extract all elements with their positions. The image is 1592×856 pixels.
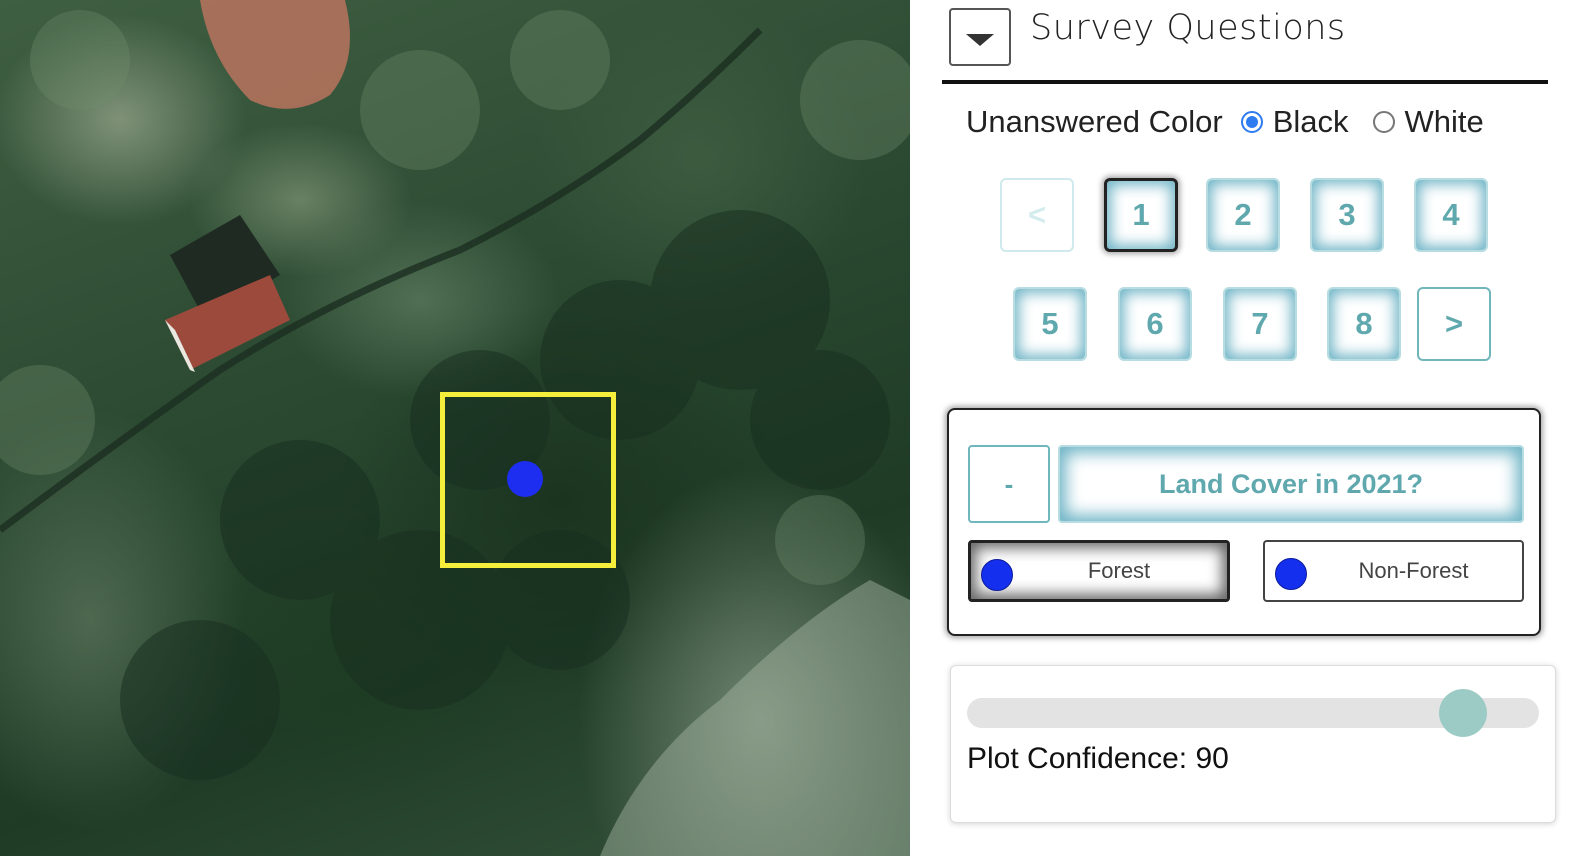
confidence-slider-thumb[interactable] [1438,689,1487,737]
survey-header: Survey Questions [942,0,1548,84]
plot-confidence-label: Plot Confidence: 90 [967,742,1229,775]
question-page-7[interactable]: 7 [1223,287,1297,361]
question-page-4[interactable]: 4 [1414,178,1488,252]
prev-page-button[interactable]: < [1000,178,1074,252]
answer-non-forest-button[interactable]: Non-Forest [1263,540,1524,602]
question-page-1[interactable]: 1 [1104,178,1178,252]
radio-black[interactable] [1240,111,1263,133]
next-page-button[interactable]: > [1417,287,1491,361]
answer-color-dot [981,559,1013,591]
roof-area-top [200,0,350,109]
clearing-area [600,580,910,856]
question-card: - Land Cover in 2021? Forest Non-Forest [947,408,1541,636]
survey-title: Survey Questions [1030,8,1346,48]
unanswered-color-label: Unanswered Color [966,104,1223,139]
question-page-3[interactable]: 3 [1310,178,1384,252]
question-page-5[interactable]: 5 [1013,287,1087,361]
collapse-survey-button[interactable] [949,8,1011,66]
answer-color-dot [1275,558,1307,590]
radio-white[interactable] [1372,111,1395,133]
plot-confidence-card: Plot Confidence: 90 [950,665,1556,823]
radio-white-label[interactable]: White [1405,104,1484,140]
sample-point-marker[interactable] [507,461,543,497]
house-building [165,215,290,372]
satellite-map[interactable] [0,0,910,856]
question-title[interactable]: Land Cover in 2021? [1058,445,1524,523]
unanswered-color-row: Unanswered Color Black White [966,104,1484,140]
question-page-8[interactable]: 8 [1327,287,1401,361]
confidence-slider[interactable] [967,689,1539,737]
radio-black-label[interactable]: Black [1273,104,1349,140]
question-page-6[interactable]: 6 [1118,287,1192,361]
survey-panel: Survey Questions Unanswered Color Black … [910,0,1592,856]
answer-forest-button[interactable]: Forest [968,540,1230,602]
question-page-2[interactable]: 2 [1206,178,1280,252]
collapse-question-button[interactable]: - [968,445,1050,523]
caret-down-icon [966,34,994,46]
